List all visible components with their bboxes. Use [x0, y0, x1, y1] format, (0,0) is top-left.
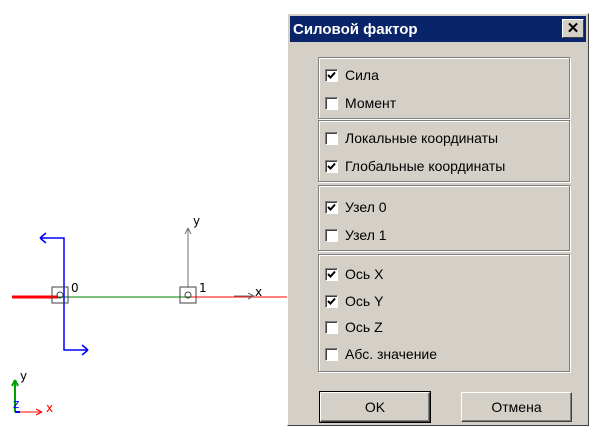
checkbox-label: Ось X	[345, 266, 384, 282]
coordinates-group: Локальные координаты Глобальные координа…	[318, 120, 570, 182]
checkbox-label: Узел 0	[345, 199, 387, 215]
checkbox-label: Момент	[345, 95, 397, 111]
checkbox-axis-z[interactable]: Ось Z	[325, 318, 383, 336]
checkbox-force[interactable]: Сила	[325, 66, 379, 84]
checkmark-icon	[327, 71, 336, 79]
node1-local-x-axis	[234, 292, 255, 300]
checkmark-icon	[327, 270, 336, 278]
node0-label: 0	[71, 281, 79, 295]
load-type-group: Сила Момент	[318, 57, 570, 119]
checkbox-box[interactable]	[325, 228, 338, 242]
cancel-button[interactable]: Отмена	[461, 392, 572, 422]
nodes-group: Узел 0 Узел 1	[318, 185, 570, 251]
node1-label: 1	[199, 281, 207, 295]
checkbox-label: Ось Y	[345, 293, 384, 309]
checkbox-global-coordinates[interactable]: Глобальные координаты	[325, 157, 505, 175]
checkbox-box[interactable]	[325, 131, 338, 145]
node0-marker	[51, 286, 69, 304]
checkmark-icon	[327, 297, 336, 305]
dialog-title: Силовой фактор	[293, 20, 418, 38]
checkbox-box[interactable]	[325, 159, 338, 173]
checkbox-box[interactable]	[325, 200, 338, 214]
checkbox-label: Глобальные координаты	[345, 158, 506, 174]
dialog-titlebar[interactable]: Силовой фактор ✕	[290, 16, 586, 42]
node1-local-y-axis	[184, 227, 192, 288]
checkbox-local-coordinates[interactable]: Локальные координаты	[325, 129, 498, 147]
close-icon: ✕	[566, 20, 580, 37]
checkbox-axis-x[interactable]: Ось X	[325, 265, 383, 283]
checkbox-label: Узел 1	[345, 227, 387, 243]
axes-group: Ось X Ось Y Ось Z Абс. значение	[318, 254, 570, 372]
origin-axis-x-label: x	[46, 401, 54, 415]
checkbox-box[interactable]	[325, 96, 338, 110]
node1-axis-y-label: y	[193, 214, 201, 228]
node1-axis-x-label: x	[255, 285, 263, 299]
checkmark-icon	[327, 203, 336, 211]
checkbox-label: Сила	[345, 67, 379, 83]
checkbox-box[interactable]	[325, 320, 338, 334]
checkbox-box[interactable]	[325, 347, 338, 361]
origin-axis-y-label: y	[20, 369, 28, 383]
node0-force-down-arrow	[63, 297, 89, 356]
node1-marker	[179, 286, 197, 304]
checkbox-axis-y[interactable]: Ось Y	[325, 292, 383, 310]
checkbox-node-1[interactable]: Узел 1	[325, 226, 387, 244]
checkbox-box[interactable]	[325, 68, 338, 82]
checkbox-node-0[interactable]: Узел 0	[325, 198, 387, 216]
checkmark-icon	[327, 162, 336, 170]
origin-axis-z-label: z	[13, 397, 20, 411]
checkbox-label: Абс. значение	[345, 346, 438, 362]
checkbox-label: Ось Z	[345, 319, 383, 335]
force-factor-dialog: Силовой фактор ✕ Сила Момент Локальные к…	[287, 13, 589, 426]
checkbox-label: Локальные координаты	[345, 130, 499, 146]
ok-button[interactable]: OK	[319, 391, 431, 423]
close-button[interactable]: ✕	[562, 19, 584, 38]
checkbox-absolute-value[interactable]: Абс. значение	[325, 345, 437, 363]
checkbox-box[interactable]	[325, 294, 338, 308]
checkbox-moment[interactable]: Момент	[325, 94, 396, 112]
checkbox-box[interactable]	[325, 267, 338, 281]
